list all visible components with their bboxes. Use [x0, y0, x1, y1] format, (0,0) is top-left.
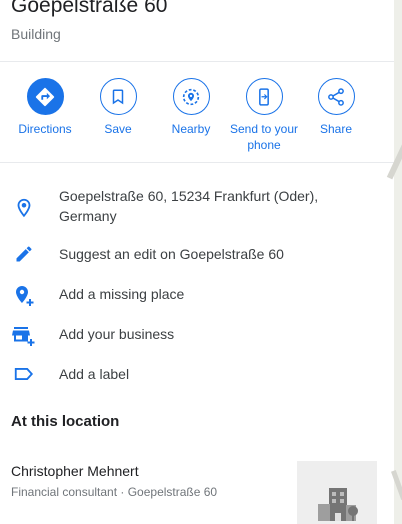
suggest-edit-text: Suggest an edit on Goepelstraße 60 [59, 246, 284, 262]
at-this-location-heading: At this location [11, 413, 120, 430]
divider [0, 61, 394, 62]
place-title: Goepelstraße 60 [11, 0, 168, 17]
phone-icon [245, 78, 283, 115]
list-item[interactable]: Christopher Mehnert Financial consultant… [0, 455, 394, 524]
divider [0, 162, 394, 163]
bookmark-icon [99, 78, 137, 115]
share-label: Share [319, 122, 353, 136]
place-name: Christopher Mehnert [11, 463, 139, 479]
map-area[interactable] [386, 0, 402, 524]
location-pin-icon [12, 196, 36, 220]
add-business-text: Add your business [59, 326, 175, 342]
add-missing-place-text: Add a missing place [59, 286, 185, 302]
directions-icon [26, 78, 64, 115]
share-button[interactable]: Share [291, 78, 381, 137]
action-bar: Directions Save Nearby Send to your phon… [0, 78, 394, 158]
add-business-icon [12, 324, 36, 348]
address-text: Goepelstraße 60, 15234 Frankfurt (Oder),… [59, 188, 319, 224]
pencil-icon [12, 242, 36, 266]
building-icon [297, 461, 377, 524]
add-location-icon [12, 284, 36, 308]
place-subtitle: Financial consultant · Goepelstraße 60 [11, 485, 218, 499]
share-icon [317, 78, 355, 115]
place-category: Building [11, 26, 61, 42]
add-label-text: Add a label [59, 366, 130, 382]
label-icon [12, 362, 36, 386]
nearby-icon [172, 78, 210, 115]
place-panel: Goepelstraße 60 Building Directions Save… [0, 0, 394, 524]
